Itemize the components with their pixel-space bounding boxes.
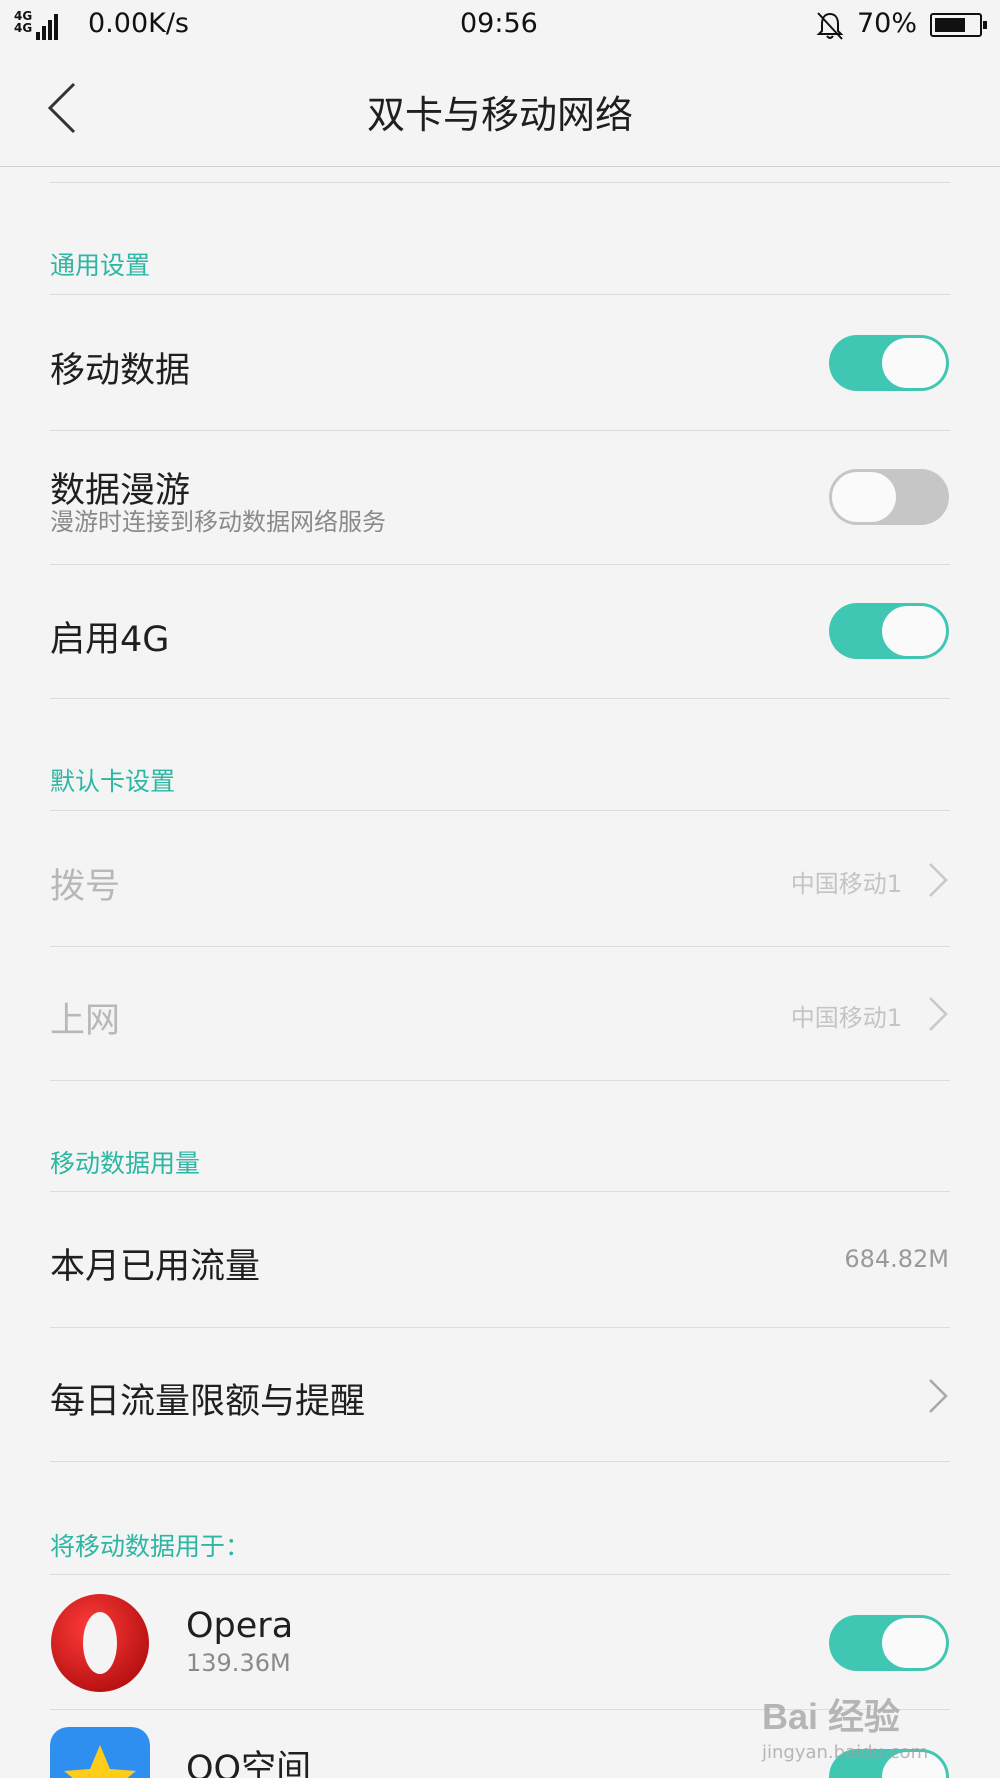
- enable-4g-toggle[interactable]: [829, 603, 949, 659]
- divider: [50, 946, 950, 947]
- dial-sim-value: 中国移动1: [790, 870, 902, 898]
- toggle-knob: [832, 472, 896, 522]
- battery-icon: [930, 13, 987, 37]
- qzone-icon: [50, 1727, 150, 1778]
- data-roaming-toggle[interactable]: [829, 469, 949, 525]
- baidu-jingyan-watermark: Bai 经验 jingyan.baidu.com: [762, 1696, 929, 1763]
- internet-title: 上网: [50, 1001, 121, 1041]
- divider: [50, 564, 950, 565]
- signal-icon: 4G 4G: [14, 10, 59, 40]
- clock: 09:56: [460, 8, 538, 39]
- section-label-apps: 将移动数据用于：: [50, 1532, 251, 1561]
- chevron-right-icon: [929, 1379, 948, 1413]
- status-bar: 4G 4G 0.00K/s 09:56 70%: [0, 0, 1000, 50]
- app-usage: 139.36M: [186, 1649, 291, 1677]
- app-name: Opera: [186, 1606, 294, 1646]
- opera-data-toggle[interactable]: [829, 1615, 949, 1671]
- enable-4g-title: 启用4G: [50, 620, 170, 660]
- page-title: 双卡与移动网络: [366, 93, 633, 137]
- divider: [50, 294, 950, 295]
- monthly-usage-title: 本月已用流量: [50, 1247, 261, 1287]
- network-speed: 0.00K/s: [88, 8, 189, 39]
- opera-icon: [51, 1594, 149, 1692]
- dial-title: 拨号: [50, 867, 121, 907]
- app-name: QQ空间: [186, 1749, 312, 1778]
- section-label-default-card: 默认卡设置: [50, 767, 176, 796]
- section-label-general: 通用设置: [50, 251, 151, 280]
- divider: [50, 1461, 950, 1462]
- divider: [50, 810, 950, 811]
- divider: [50, 430, 950, 431]
- data-roaming-subtitle: 漫游时连接到移动数据网络服务: [50, 508, 386, 536]
- toggle-knob: [882, 338, 946, 388]
- chevron-right-icon: [929, 863, 948, 897]
- chevron-right-icon: [929, 997, 948, 1031]
- divider: [50, 1080, 950, 1081]
- divider: [50, 1327, 950, 1328]
- daily-limit-title: 每日流量限额与提醒: [50, 1382, 366, 1422]
- section-label-usage: 移动数据用量: [50, 1149, 201, 1178]
- internet-sim-value: 中国移动1: [790, 1004, 902, 1032]
- toggle-knob: [882, 1618, 946, 1668]
- divider: [50, 1574, 950, 1575]
- muted-bell-icon: [816, 12, 844, 40]
- mobile-data-toggle[interactable]: [829, 335, 949, 391]
- mobile-data-title: 移动数据: [50, 351, 191, 391]
- battery-percent: 70%: [857, 8, 918, 39]
- divider: [50, 1191, 950, 1192]
- app-header: 双卡与移动网络: [0, 50, 1000, 167]
- divider: [50, 182, 950, 183]
- monthly-usage-value: 684.82M: [844, 1245, 949, 1273]
- divider: [50, 698, 950, 699]
- toggle-knob: [882, 606, 946, 656]
